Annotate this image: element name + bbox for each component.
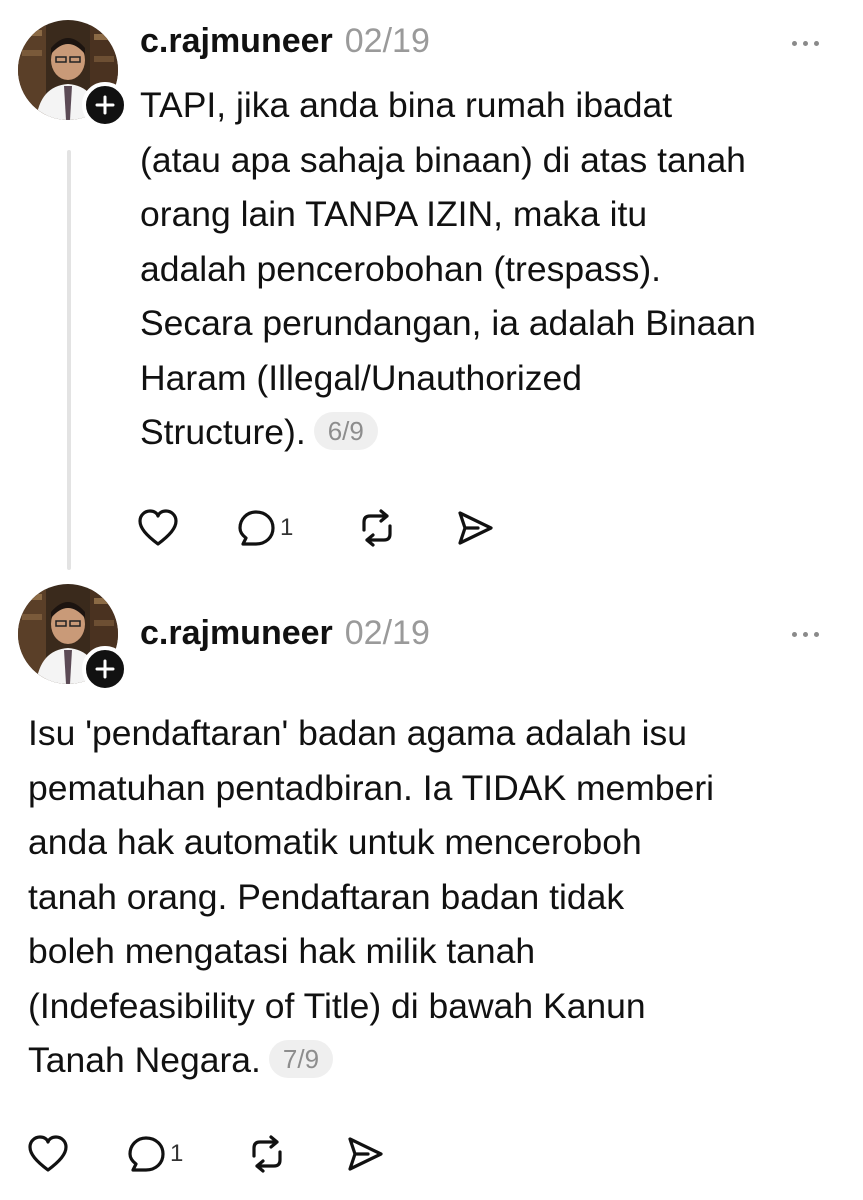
action-bar: 1 bbox=[26, 1134, 404, 1174]
text-line: tanah orang. Pendaftaran badan tidak bbox=[28, 876, 625, 917]
post-date: 02/19 bbox=[344, 614, 430, 652]
reply-button[interactable]: 1 bbox=[126, 1134, 246, 1174]
username[interactable]: c.rajmuneer bbox=[140, 614, 333, 653]
repost-icon bbox=[252, 1135, 282, 1173]
share-button[interactable] bbox=[344, 1134, 404, 1174]
post-text: Isu 'pendaftaran' badan agama adalah isu… bbox=[28, 706, 714, 1088]
text-line: boleh mengatasi hak milik tanah bbox=[28, 931, 536, 971]
text-line: pematuhan pentadbiran. Ia TIDAK memberi bbox=[28, 767, 715, 808]
like-button[interactable] bbox=[26, 1134, 126, 1174]
reply-count: 1 bbox=[170, 1140, 184, 1167]
text-line: Tanah Negara. bbox=[28, 1040, 261, 1080]
post-header: c.rajmuneer 02/19 bbox=[140, 614, 430, 653]
comment-icon bbox=[128, 1136, 165, 1172]
share-icon bbox=[348, 1137, 383, 1171]
repost-button[interactable] bbox=[246, 1134, 344, 1174]
follow-plus-icon[interactable] bbox=[82, 646, 128, 692]
thread-post-2: c.rajmuneer 02/19 Isu 'pendaftaran' bada… bbox=[0, 0, 863, 1200]
heart-icon bbox=[28, 1135, 68, 1172]
text-line: Isu 'pendaftaran' badan agama adalah isu bbox=[28, 713, 687, 753]
more-icon[interactable] bbox=[792, 632, 819, 637]
text-line: anda hak automatik untuk menceroboh bbox=[28, 822, 642, 862]
thread-counter-badge: 7/9 bbox=[268, 1040, 334, 1078]
text-line: (Indefeasibility of Title) di bawah Kanu… bbox=[28, 985, 646, 1026]
